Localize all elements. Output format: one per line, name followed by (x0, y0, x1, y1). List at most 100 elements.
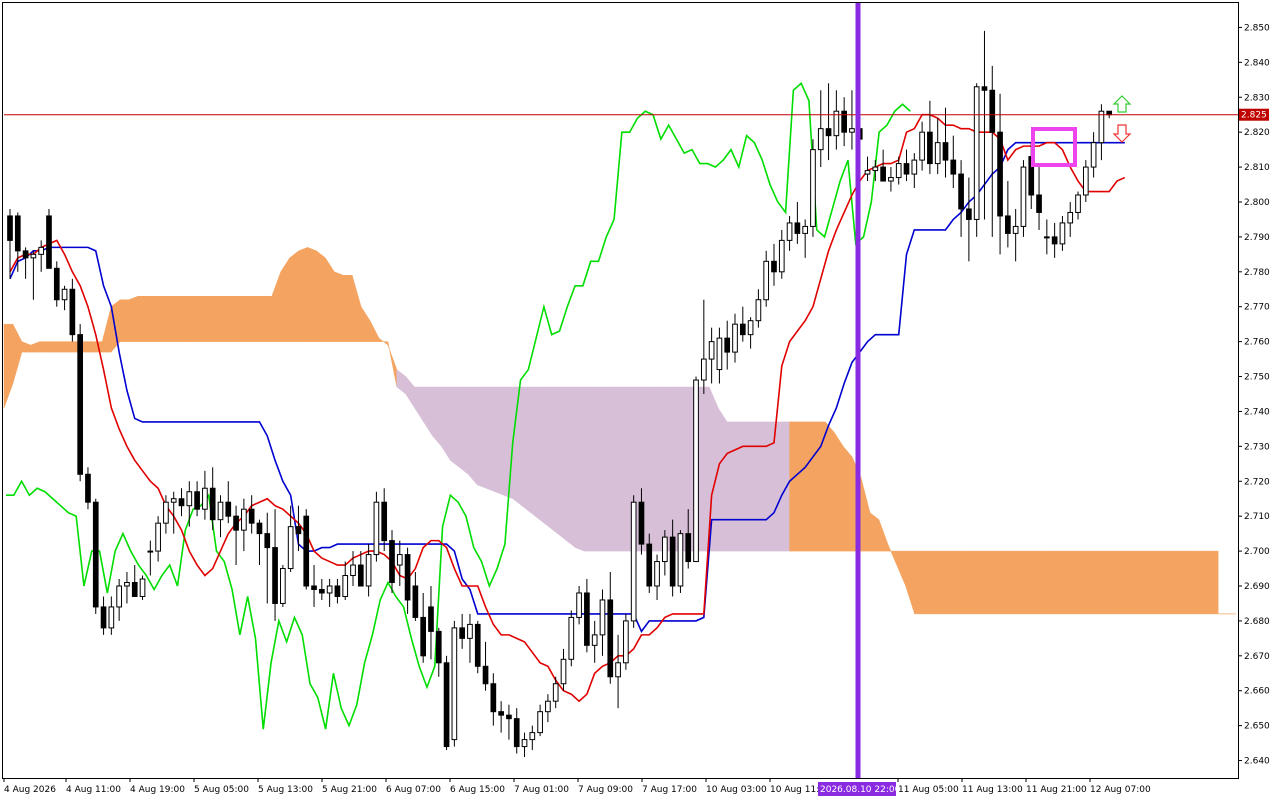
candle-bull-body (677, 533, 684, 587)
cloud-bear-segment (584, 386, 594, 552)
candle-bear-body (7, 215, 13, 241)
candle-bear-body (248, 508, 255, 524)
x-tick-label: 7 Aug 17:00 (642, 785, 697, 795)
candle-bull-body (654, 561, 660, 587)
candle-bear-body (85, 473, 91, 503)
candle-bull-body (778, 239, 785, 273)
candle-bear-body (381, 501, 388, 542)
cloud-bear-segment (673, 386, 683, 552)
cloud-bull-segment (816, 421, 826, 552)
candle-bull-body (615, 662, 621, 678)
x-tick-label: 7 Aug 01:00 (514, 785, 569, 795)
vertical-marker-label: 2026.08.10 22:00 (820, 785, 901, 795)
candle-bull-body (1098, 110, 1105, 144)
candle-bull-body (342, 575, 349, 597)
cloud-bull-segment (253, 295, 264, 342)
candle-bear-body (272, 547, 278, 604)
cloud-bear-segment (610, 386, 621, 552)
cloud-bull-segment (923, 550, 933, 615)
cloud-bear-segment (655, 386, 665, 552)
y-tick-label: 2.730 (1244, 442, 1270, 452)
cloud-bear-segment (601, 386, 612, 552)
y-tick-label: 2.690 (1244, 582, 1270, 592)
cloud-bear-segment (646, 386, 656, 552)
candle-bear-body (966, 208, 972, 220)
cloud-bull-segment (298, 247, 308, 342)
cloud-bull-segment (994, 550, 1005, 615)
candle-bull-body (716, 337, 723, 371)
candle-bull-body (350, 564, 356, 577)
candle-bear-body (412, 585, 419, 618)
x-tick-label: 4 Aug 2026 (4, 785, 56, 795)
candle-bear-body (669, 536, 676, 587)
cloud-bull-segment (1200, 550, 1210, 615)
cloud-bear-segment (575, 386, 585, 552)
cloud-bull-segment (1057, 550, 1067, 615)
cloud-bull-segment (146, 295, 157, 342)
candle-bear-body (997, 131, 1003, 217)
candle-bull-body (576, 592, 582, 618)
candle-bull-body (591, 634, 598, 646)
cloud-bear-segment (476, 386, 487, 489)
candle-bear-body (92, 501, 99, 608)
candle-bear-body (428, 606, 434, 632)
cloud-bear-segment (539, 386, 549, 528)
candle-bear-body (334, 585, 341, 597)
cloud-bull-segment (950, 550, 960, 615)
cloud-bear-segment (521, 386, 531, 514)
candle-bear-body (303, 515, 310, 587)
x-axis: 4 Aug 2026 4 Aug 11:00 4 Aug 19:00 5 Aug 05… (3, 778, 1151, 796)
candle-bear-body (459, 627, 465, 639)
candle-bull-body (61, 288, 68, 301)
candle-bear-body (513, 718, 520, 748)
x-tick-label: 5 Aug 13:00 (258, 785, 313, 795)
candle-bull-body (170, 498, 177, 503)
candle-bull-body (973, 86, 980, 220)
candle-bull-body (1075, 194, 1081, 213)
cloud-bear-segment (762, 421, 773, 552)
candle-bull-body (919, 131, 925, 161)
cloud-bull-segment (1173, 550, 1183, 615)
cloud-bull-segment (200, 295, 210, 342)
candle-bear-body (264, 533, 271, 549)
current-price-label: 2.825 (1241, 111, 1267, 121)
cloud-bear-segment (450, 386, 460, 468)
candle-bull-body (568, 616, 575, 660)
candle-bull-body (108, 606, 115, 629)
candle-bull-body (623, 620, 629, 664)
candle-bull-body (186, 491, 193, 507)
cloud-bear-segment (432, 386, 442, 448)
cloud-bear-segment (682, 386, 692, 552)
candle-bear-body (435, 630, 442, 664)
candle-bear-body (46, 215, 52, 269)
candle-bull-body (763, 260, 770, 301)
candle-bear-body (825, 128, 832, 137)
candle-bull-body (1012, 225, 1019, 234)
y-tick-label: 2.650 (1244, 722, 1270, 732)
chart: 2.640 2.650 2.660 2.670 2.680 2.690 2.700 2.710… (0, 0, 1280, 800)
candle-bull-body (38, 246, 45, 255)
x-tick-label: 5 Aug 21:00 (322, 785, 377, 795)
candle-bull-body (755, 299, 762, 322)
y-tick-label: 2.830 (1244, 93, 1270, 103)
candle-bear-body (490, 683, 497, 713)
candle-bear-body (1036, 194, 1042, 213)
cloud-bull-segment (137, 295, 148, 342)
candle-bull-body (373, 501, 380, 556)
candle-bull-body (1043, 236, 1050, 239)
candle-bear-body (506, 714, 512, 720)
candle-bull-body (1067, 211, 1074, 224)
cloud-bull-segment (1012, 550, 1022, 615)
x-tick-label: 12 Aug 07:00 (1090, 785, 1151, 795)
cloud-bull-segment (1021, 550, 1031, 615)
cloud-bull-segment (834, 431, 844, 552)
y-tick-label: 2.740 (1244, 407, 1270, 417)
y-tick-label: 2.640 (1244, 757, 1270, 767)
y-tick-label: 2.770 (1244, 303, 1270, 313)
y-tick-label: 2.820 (1244, 128, 1270, 138)
cloud-bear-segment (548, 386, 558, 535)
x-tick-label: 5 Aug 05:00 (194, 785, 249, 795)
candle-bear-body (724, 337, 731, 353)
candle-bull-body (202, 487, 208, 510)
candle-bear-body (53, 267, 60, 301)
